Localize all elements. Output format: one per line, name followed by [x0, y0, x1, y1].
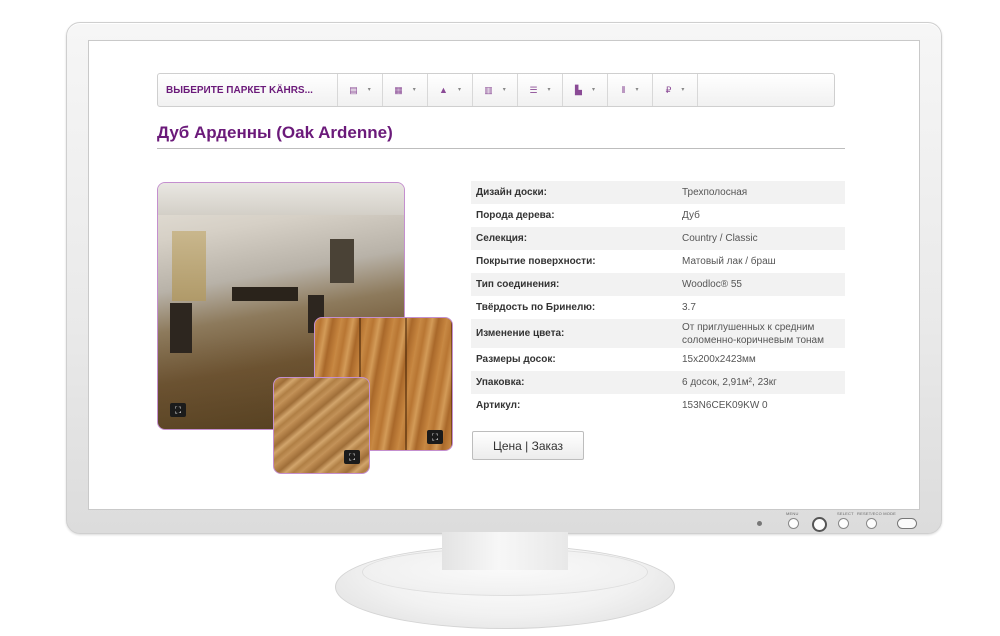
- chevron-down-icon: ▾: [547, 87, 551, 93]
- table-row: Селекция: Country / Classic: [471, 227, 845, 250]
- monitor-button-left[interactable]: [788, 518, 799, 529]
- chevron-down-icon: ▾: [457, 87, 461, 93]
- spec-value: 6 досок, 2,91м², 23кг: [677, 371, 845, 394]
- spec-key: Твёрдость по Бринелю:: [476, 302, 596, 313]
- spec-key: Изменение цвета:: [471, 319, 677, 348]
- select-label: SELECT: [837, 511, 854, 516]
- room-picture: [330, 239, 354, 283]
- grid-icon: ▦: [394, 84, 403, 95]
- parquet-select-dropdown[interactable]: ВЫБЕРИТЕ ПАРКЕТ KÄHRS...: [158, 74, 338, 106]
- expand-icon[interactable]: ⛶: [170, 403, 186, 417]
- toolbar-plank-filter[interactable]: ▥ ▾: [473, 74, 518, 106]
- room-table: [232, 287, 298, 301]
- spec-value: 3.7: [682, 302, 696, 313]
- spec-key: Дизайн доски:: [471, 181, 677, 204]
- spec-key: Артикул:: [476, 400, 521, 411]
- table-row: Твёрдость по Бринелю: 3.7: [471, 296, 845, 319]
- product-title: Дуб Арденны (Oak Ardenne): [157, 123, 393, 142]
- spec-value: Матовый лак / браш: [682, 256, 776, 267]
- chevron-down-icon: ▾: [502, 87, 506, 93]
- table-row: Изменение цвета: От приглушенных к средн…: [471, 319, 845, 348]
- spec-value: Трехполосная: [677, 181, 845, 204]
- spec-value: От приглушенных к средним соломенно-кори…: [677, 319, 845, 348]
- toolbar-grid-filter[interactable]: ▦ ▾: [383, 74, 428, 106]
- reset-eco-label: RESET/ECO MODE: [857, 511, 897, 516]
- spec-key: Селекция:: [471, 227, 677, 250]
- room-window: [172, 231, 206, 301]
- chevron-down-icon: ▾: [412, 87, 416, 93]
- spec-value: Woodloc® 55: [677, 273, 845, 296]
- spec-value: 15x200x2423мм: [682, 354, 756, 365]
- filter-toolbar: ВЫБЕРИТЕ ПАРКЕТ KÄHRS... ▤ ▾ ▦ ▾ ▲ ▾ ▥ ▾…: [157, 73, 835, 107]
- toolbar-tree-filter[interactable]: ▲ ▾: [428, 74, 473, 106]
- expand-icon[interactable]: ⛶: [427, 430, 443, 444]
- spec-table: Дизайн доски: Трехполосная Порода дерева…: [471, 181, 845, 417]
- room-ceiling: [158, 183, 404, 215]
- table-row: Тип соединения: Woodloc® 55: [471, 273, 845, 296]
- monitor-button-menu[interactable]: [812, 517, 827, 532]
- table-row: Покрытие поверхности: Матовый лак / браш: [471, 250, 845, 273]
- price-order-button[interactable]: Цена | Заказ: [472, 431, 584, 460]
- table-row: Артикул: 153N6CEK09KW 0: [471, 394, 845, 417]
- table-row: Упаковка: 6 досок, 2,91м², 23кг: [471, 371, 845, 394]
- monitor-screen: ВЫБЕРИТЕ ПАРКЕТ KÄHRS... ▤ ▾ ▦ ▾ ▲ ▾ ▥ ▾…: [88, 40, 920, 510]
- spec-value: Дуб: [682, 210, 700, 221]
- monitor-button-reset[interactable]: [866, 518, 877, 529]
- list-icon: ▤: [349, 84, 358, 95]
- power-button[interactable]: [897, 518, 917, 529]
- table-row: Порода дерева: Дуб: [471, 204, 845, 227]
- chevron-down-icon: ▾: [635, 87, 639, 93]
- toolbar-list-filter[interactable]: ▤ ▾: [338, 74, 383, 106]
- spec-value: Country / Classic: [677, 227, 845, 250]
- layers-icon: ▙: [575, 84, 582, 95]
- spec-key: Размеры досок:: [476, 354, 556, 365]
- toolbar-layers-filter[interactable]: ▙ ▾: [563, 74, 608, 106]
- monitor-button-select[interactable]: [838, 518, 849, 529]
- spec-key: Покрытие поверхности:: [476, 256, 596, 267]
- table-row: Дизайн доски: Трехполосная: [471, 181, 845, 204]
- monitor-stand-neck: [442, 532, 568, 570]
- chevron-down-icon: ▾: [681, 87, 685, 93]
- spec-value: 153N6CEK09KW 0: [682, 400, 768, 411]
- toolbar-lines-filter[interactable]: ☰ ▾: [518, 74, 563, 106]
- floor-angle-photo[interactable]: ⛶: [273, 377, 370, 474]
- lines-icon: ☰: [529, 84, 538, 95]
- spec-key: Упаковка:: [471, 371, 677, 394]
- spec-key: Тип соединения:: [471, 273, 677, 296]
- columns-icon: ⦀: [621, 84, 626, 95]
- ruble-icon: ₽: [665, 84, 672, 95]
- power-led: [757, 521, 762, 526]
- toolbar-columns-filter[interactable]: ⦀ ▾: [608, 74, 653, 106]
- chevron-down-icon: ▾: [367, 87, 371, 93]
- toolbar-price-filter[interactable]: ₽ ▾: [653, 74, 698, 106]
- chevron-down-icon: ▾: [591, 87, 595, 93]
- plank-icon: ▥: [484, 84, 493, 95]
- room-chair: [170, 303, 192, 353]
- tree-icon: ▲: [439, 84, 448, 95]
- expand-icon[interactable]: ⛶: [344, 450, 360, 464]
- spec-key: Порода дерева:: [476, 210, 555, 221]
- menu-label: MENU: [786, 511, 799, 516]
- title-divider: [157, 148, 845, 149]
- table-row: Размеры досок: 15x200x2423мм: [471, 348, 845, 371]
